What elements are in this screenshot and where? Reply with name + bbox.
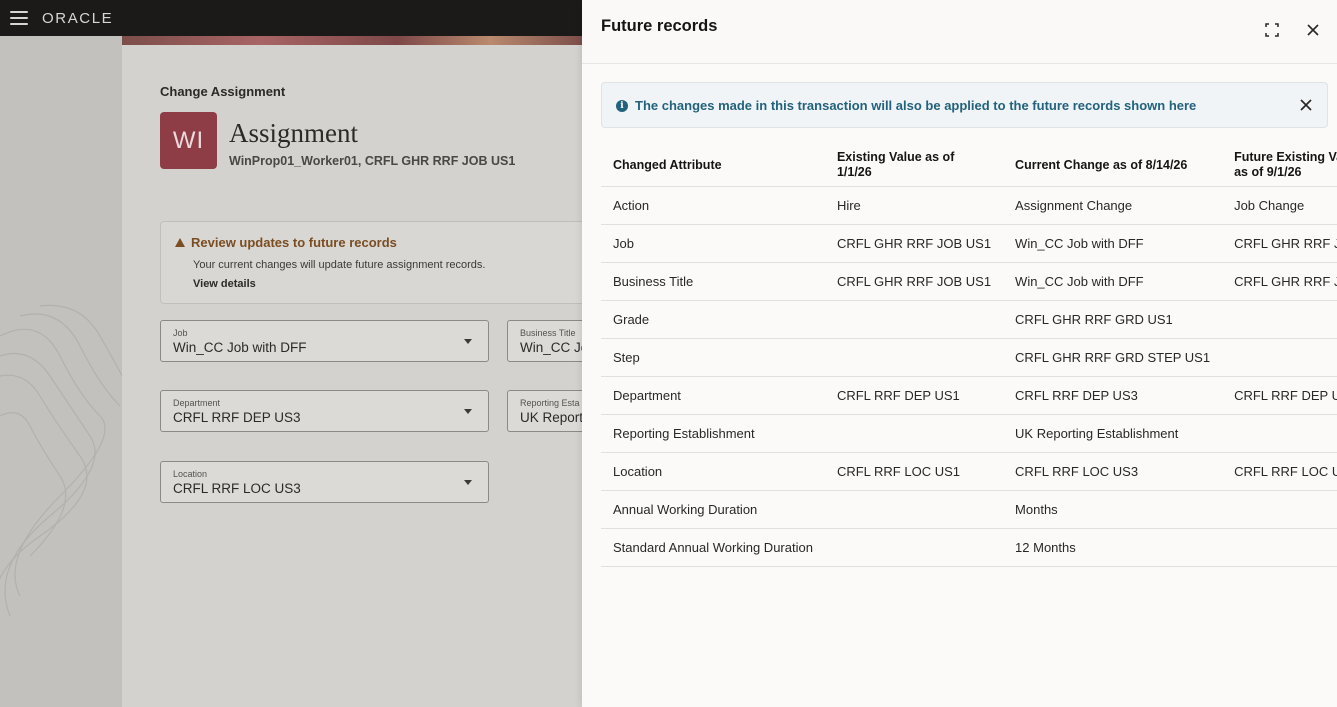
warning-title: Review updates to future records xyxy=(175,235,397,250)
column-header: Future Existing Value as of 9/1/26 xyxy=(1222,145,1337,187)
chevron-down-icon[interactable] xyxy=(464,339,472,344)
drawer-header: Future records xyxy=(582,0,1337,64)
table-cell: Job xyxy=(601,224,825,263)
table-cell: Win_CC Job with DFF xyxy=(1003,224,1223,263)
department-select[interactable]: Department CRFL RRF DEP US3 xyxy=(160,390,489,432)
table-cell: Standard Annual Working Duration xyxy=(601,528,825,567)
oracle-logo[interactable]: ORACLE xyxy=(42,10,113,27)
table-cell xyxy=(824,338,1004,377)
chevron-down-icon[interactable] xyxy=(464,409,472,414)
table-cell: Department xyxy=(601,376,825,415)
warning-icon xyxy=(175,238,185,247)
info-banner-text: The changes made in this transaction wil… xyxy=(635,98,1197,113)
table-row: Reporting Establishment UK Reporting Est… xyxy=(601,414,1337,453)
table-row: Job CRFL GHR RRF JOB US1 Win_CC Job with… xyxy=(601,224,1337,263)
table-cell xyxy=(1222,338,1337,377)
view-details-link[interactable]: View details xyxy=(193,278,256,290)
column-header: Current Change as of 8/14/26 xyxy=(1003,145,1223,187)
table-cell: CRFL RRF LOC US1 xyxy=(824,452,1004,491)
table-header-row: Changed Attribute Existing Value as of 1… xyxy=(601,145,1337,187)
table-cell: Months xyxy=(1003,490,1223,529)
table-cell: Job Change xyxy=(1222,186,1337,225)
decorative-side-panel xyxy=(0,36,122,707)
table-cell: Grade xyxy=(601,300,825,339)
table-cell xyxy=(824,414,1004,453)
table-cell: Step xyxy=(601,338,825,377)
table-cell xyxy=(1222,528,1337,567)
table-cell: CRFL GHR RRF GRD STEP US1 xyxy=(1003,338,1223,377)
table-cell: Annual Working Duration xyxy=(601,490,825,529)
chevron-down-icon[interactable] xyxy=(464,480,472,485)
decorative-pattern xyxy=(0,304,122,636)
job-label: Job xyxy=(173,328,188,338)
location-label: Location xyxy=(173,469,208,479)
table-cell: CRFL RRF LOC US3 xyxy=(1003,452,1223,491)
page-subtitle: WinProp01_Worker01, CRFL GHR RRF JOB US1 xyxy=(229,154,516,168)
avatar: WI xyxy=(160,112,217,169)
column-header: Changed Attribute xyxy=(601,145,825,187)
department-label: Department xyxy=(173,398,221,408)
table-row: Action Hire Assignment Change Job Change xyxy=(601,186,1337,225)
table-cell: CRFL GHR RRF JOB US1 xyxy=(824,224,1004,263)
reporting-establishment-label: Reporting Esta xyxy=(520,398,580,408)
table-cell xyxy=(824,490,1004,529)
warning-title-text: Review updates to future records xyxy=(191,235,397,250)
hero-banner-image xyxy=(122,36,582,45)
business-title-label: Business Title xyxy=(520,328,576,338)
table-cell: Reporting Establishment xyxy=(601,414,825,453)
table-row: Grade CRFL GHR RRF GRD US1 xyxy=(601,300,1337,339)
warning-text: Your current changes will update future … xyxy=(193,259,486,271)
table-cell: CRFL RRF LOC US1 xyxy=(1222,452,1337,491)
future-records-drawer: Future records i The changes made in thi… xyxy=(582,0,1337,707)
column-header: Existing Value as of 1/1/26 xyxy=(824,145,1004,187)
future-records-warning: Review updates to future records Your cu… xyxy=(160,221,600,304)
table-row: Department CRFL RRF DEP US1 CRFL RRF DEP… xyxy=(601,376,1337,415)
section-label: Change Assignment xyxy=(160,84,286,99)
table-row: Standard Annual Working Duration 12 Mont… xyxy=(601,528,1337,567)
table-cell xyxy=(824,300,1004,339)
location-value: CRFL RRF LOC US3 xyxy=(173,481,301,496)
table-cell xyxy=(1222,300,1337,339)
job-value: Win_CC Job with DFF xyxy=(173,340,307,355)
table-cell: Business Title xyxy=(601,262,825,301)
close-drawer-icon[interactable] xyxy=(1303,20,1323,40)
table-cell: CRFL GHR RRF JOB US1 xyxy=(824,262,1004,301)
table-row: Annual Working Duration Months xyxy=(601,490,1337,529)
info-icon: i xyxy=(616,100,628,112)
business-title-value: Win_CC Jo xyxy=(520,340,589,355)
close-banner-icon[interactable] xyxy=(1297,96,1315,114)
hamburger-menu-icon[interactable] xyxy=(10,11,28,25)
table-cell: CRFL GHR RRF JOB U xyxy=(1222,224,1337,263)
table-cell: CRFL GHR RRF GRD US1 xyxy=(1003,300,1223,339)
table-cell: Assignment Change xyxy=(1003,186,1223,225)
table-cell: CRFL GHR RRF JOB U xyxy=(1222,262,1337,301)
table-row: Location CRFL RRF LOC US1 CRFL RRF LOC U… xyxy=(601,452,1337,491)
table-cell: CRFL RRF DEP US1 xyxy=(1222,376,1337,415)
drawer-title: Future records xyxy=(601,17,718,35)
page-title: Assignment xyxy=(229,118,359,148)
table-cell: Hire xyxy=(824,186,1004,225)
location-select[interactable]: Location CRFL RRF LOC US3 xyxy=(160,461,489,503)
maximize-icon[interactable] xyxy=(1262,20,1282,40)
department-value: CRFL RRF DEP US3 xyxy=(173,410,301,425)
info-banner: i The changes made in this transaction w… xyxy=(601,82,1328,128)
table-cell: 12 Months xyxy=(1003,528,1223,567)
job-select[interactable]: Job Win_CC Job with DFF xyxy=(160,320,489,362)
future-records-table: Changed Attribute Existing Value as of 1… xyxy=(601,145,1337,567)
table-cell: Action xyxy=(601,186,825,225)
table-cell xyxy=(824,528,1004,567)
reporting-establishment-value: UK Reporti xyxy=(520,410,587,425)
table-cell: Location xyxy=(601,452,825,491)
table-row: Business Title CRFL GHR RRF JOB US1 Win_… xyxy=(601,262,1337,301)
table-cell xyxy=(1222,414,1337,453)
table-cell: Win_CC Job with DFF xyxy=(1003,262,1223,301)
table-cell: CRFL RRF DEP US3 xyxy=(1003,376,1223,415)
table-cell: UK Reporting Establishment xyxy=(1003,414,1223,453)
table-row: Step CRFL GHR RRF GRD STEP US1 xyxy=(601,338,1337,377)
table-cell xyxy=(1222,490,1337,529)
table-cell: CRFL RRF DEP US1 xyxy=(824,376,1004,415)
